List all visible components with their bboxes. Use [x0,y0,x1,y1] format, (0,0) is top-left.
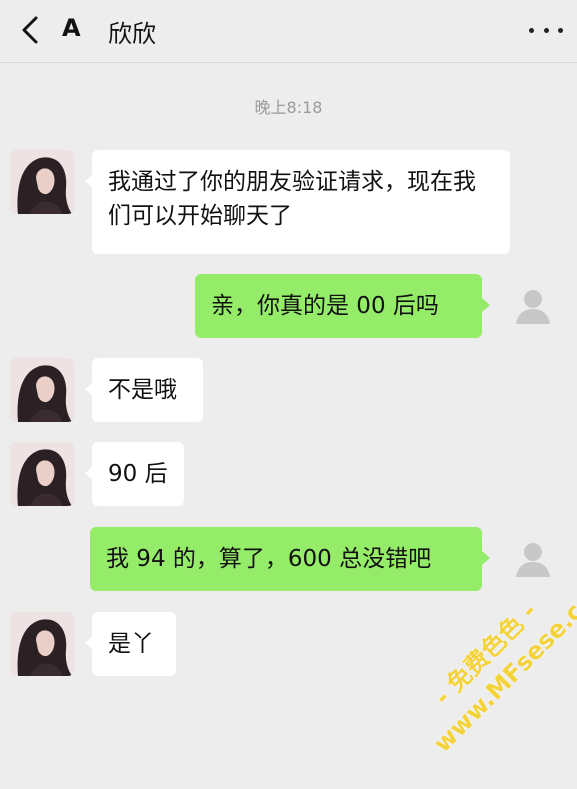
message-text: 90 后 [108,461,168,487]
contact-avatar-image [10,150,74,214]
my-avatar[interactable] [513,539,553,579]
default-user-icon [516,290,550,324]
message-text: 我通过了你的朋友验证请求，现在我们可以开始聊天了 [108,169,476,229]
chevron-left-icon [22,16,38,44]
message-text: 我 94 的，算了，600 总没错吧 [106,546,432,572]
contact-avatar-image [10,612,74,676]
contact-avatar[interactable] [10,358,74,422]
message-bubble-outgoing[interactable]: 我 94 的，算了，600 总没错吧 [90,527,490,591]
contact-avatar-image [10,442,74,506]
contact-avatar[interactable] [10,150,74,214]
more-options-button[interactable] [529,18,563,42]
my-avatar[interactable] [513,286,553,326]
back-button[interactable] [12,12,48,48]
message-bubble-outgoing[interactable]: 亲，你真的是 00 后吗 [195,274,490,338]
contact-name: 欣欣 [108,20,156,48]
message-text: 是丫 [108,631,154,657]
contact-avatar-image [10,358,74,422]
contact-avatar[interactable] [10,612,74,676]
default-user-icon [516,543,550,577]
chat-header: A 欣欣 [0,0,577,63]
message-text: 不是哦 [108,377,177,403]
message-bubble-incoming[interactable]: 我通过了你的朋友验证请求，现在我们可以开始聊天了 [85,150,510,254]
message-bubble-incoming[interactable]: 不是哦 [85,358,203,422]
more-dots-icon [529,27,534,33]
contact-prefix: A [62,14,81,42]
message-text: 亲，你真的是 00 后吗 [211,293,439,319]
message-timestamp: 晚上8:18 [254,98,323,117]
message-bubble-incoming[interactable]: 是丫 [85,612,176,676]
site-watermark: - 免费色色 - www.MFsese.com [401,568,577,758]
contact-avatar[interactable] [10,442,74,506]
message-bubble-incoming[interactable]: 90 后 [85,442,184,506]
